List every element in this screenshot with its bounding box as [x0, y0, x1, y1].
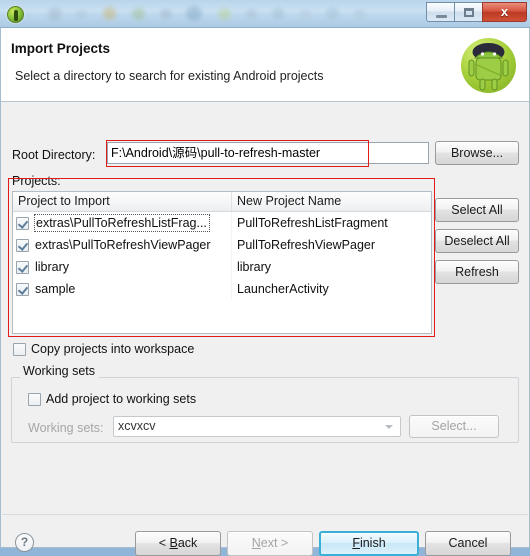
- maximize-button[interactable]: [454, 2, 483, 22]
- root-directory-input[interactable]: F:\Android\源码\pull-to-refresh-master: [107, 142, 429, 164]
- row-checkbox[interactable]: [16, 216, 29, 230]
- table-row[interactable]: extras\PullToRefreshListFrag... PullToRe…: [13, 212, 431, 234]
- browse-button[interactable]: Browse...: [435, 141, 519, 165]
- row-checkbox[interactable]: [16, 238, 29, 252]
- root-directory-label: Root Directory:: [12, 148, 96, 162]
- android-robot-icon: [461, 38, 516, 93]
- table-cell-project-to-import: extras\PullToRefreshViewPager: [13, 234, 232, 256]
- cancel-button[interactable]: Cancel: [425, 531, 511, 556]
- working-sets-group-title: Working sets: [20, 364, 100, 378]
- app-icon: [7, 6, 24, 23]
- project-to-import-value: sample: [35, 282, 76, 296]
- dialog-body: Import Projects Select a directory to se…: [0, 28, 530, 556]
- add-project-checkbox[interactable]: [28, 392, 41, 406]
- row-checkbox[interactable]: [16, 260, 29, 274]
- close-icon: x: [500, 4, 509, 19]
- projects-table[interactable]: Project to Import New Project Name extra…: [12, 191, 432, 334]
- column-header-project-to-import[interactable]: Project to Import: [13, 192, 232, 211]
- project-to-import-value: extras\PullToRefreshListFrag...: [34, 214, 210, 232]
- next-button[interactable]: Next >: [227, 531, 313, 556]
- working-sets-combo-label: Working sets:: [28, 421, 104, 435]
- chevron-down-icon: [385, 425, 393, 429]
- refresh-button[interactable]: Refresh: [435, 260, 519, 284]
- minimize-button[interactable]: [426, 2, 455, 22]
- new-project-name-value: library: [237, 260, 272, 274]
- finish-button[interactable]: Finish: [319, 531, 419, 556]
- select-all-button[interactable]: Select All: [435, 198, 519, 222]
- table-row[interactable]: extras\PullToRefreshViewPager PullToRefr…: [13, 234, 431, 256]
- back-button[interactable]: < Back: [135, 531, 221, 556]
- select-working-sets-button[interactable]: Select...: [409, 415, 499, 438]
- wizard-header: Import Projects Select a directory to se…: [1, 28, 529, 102]
- project-to-import-value: library: [35, 260, 70, 274]
- table-cell-project-to-import: extras\PullToRefreshListFrag...: [13, 212, 232, 234]
- table-row[interactable]: library library: [13, 256, 431, 278]
- table-cell-project-to-import: library: [13, 256, 232, 278]
- window-titlebar[interactable]: x: [0, 0, 530, 28]
- page-description: Select a directory to search for existin…: [15, 69, 324, 83]
- add-project-label: Add project to working sets: [46, 392, 197, 406]
- new-project-name-value: PullToRefreshListFragment: [237, 216, 388, 230]
- working-sets-combo-value: xcvxcv: [118, 419, 156, 433]
- working-sets-combo[interactable]: xcvxcv: [113, 416, 401, 437]
- projects-group-label: Projects:: [12, 174, 61, 188]
- column-header-new-project-name[interactable]: New Project Name: [232, 192, 431, 211]
- table-header-row: Project to Import New Project Name: [13, 192, 431, 212]
- copy-projects-checkbox-row[interactable]: Copy projects into workspace: [13, 342, 194, 356]
- help-icon[interactable]: ?: [15, 533, 34, 552]
- copy-projects-label: Copy projects into workspace: [31, 342, 195, 356]
- table-cell-project-to-import: sample: [13, 278, 232, 300]
- page-title: Import Projects: [11, 41, 111, 56]
- copy-projects-checkbox[interactable]: [13, 342, 26, 356]
- import-projects-window: x Import Projects Select a directory to …: [0, 0, 530, 556]
- new-project-name-value: PullToRefreshViewPager: [237, 238, 376, 252]
- table-row[interactable]: sample LauncherActivity: [13, 278, 431, 300]
- close-button[interactable]: x: [482, 2, 527, 22]
- project-to-import-value: extras\PullToRefreshViewPager: [35, 238, 211, 252]
- row-checkbox[interactable]: [16, 282, 29, 296]
- deselect-all-button[interactable]: Deselect All: [435, 229, 519, 253]
- new-project-name-value: LauncherActivity: [237, 282, 329, 296]
- window-controls: x: [426, 2, 527, 23]
- add-project-to-working-sets-row[interactable]: Add project to working sets: [28, 392, 196, 406]
